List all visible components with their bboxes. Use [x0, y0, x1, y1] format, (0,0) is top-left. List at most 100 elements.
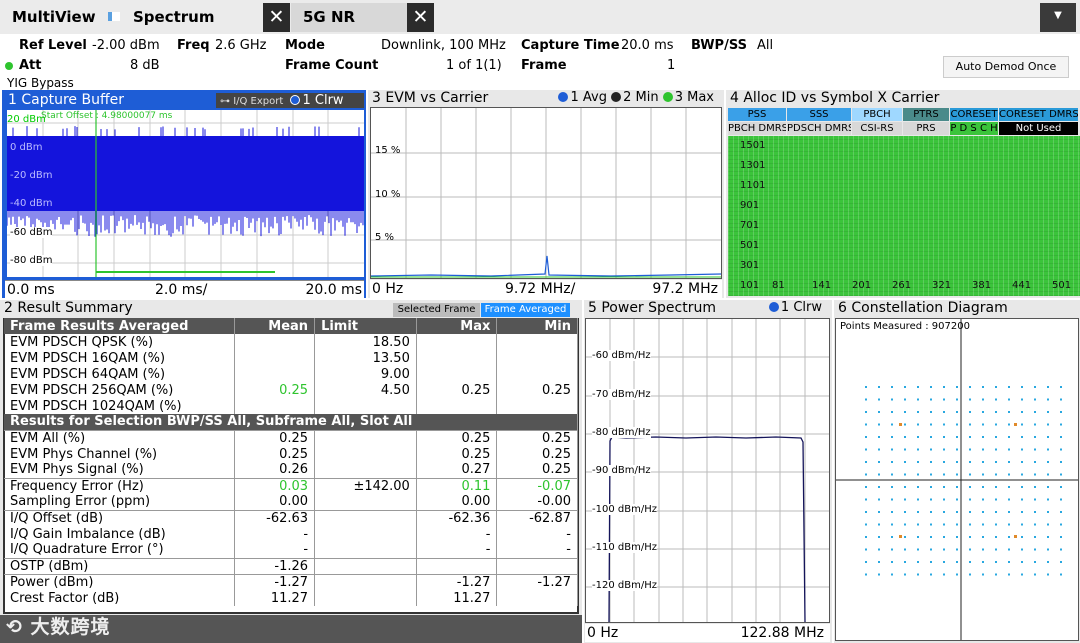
- row-label: Frame Results Averaged: [4, 318, 235, 334]
- constellation-point: [969, 436, 971, 438]
- iq-export-icon[interactable]: ⊶: [220, 96, 233, 107]
- row-value: -1.27: [234, 573, 316, 590]
- power-spectrum-window[interactable]: 5 Power Spectrum 1 Clrw -60 dBm/Hz -70 dB…: [584, 300, 832, 643]
- capture-buffer-window[interactable]: 1 Capture Buffer ⊶ I/Q Export 1 Clrw 20 …: [2, 90, 366, 298]
- row-value: -: [496, 526, 578, 542]
- constellation-point: [917, 473, 919, 476]
- capture-x-start: 0.0 ms: [7, 282, 55, 298]
- constellation-point: [891, 473, 893, 476]
- menu-dropdown-button[interactable]: ▼: [1040, 3, 1076, 32]
- constellation-point: [1047, 486, 1049, 488]
- constellation-point: [1047, 411, 1049, 413]
- capture-plot[interactable]: 20 dBm Start Offset : 4.98000077 ms 0 dB…: [6, 110, 364, 277]
- row-value: [496, 334, 578, 350]
- row-label: Power (dBm): [4, 573, 235, 590]
- constellation-point: [904, 523, 906, 526]
- evm-x-start: 0 Hz: [372, 281, 404, 297]
- constellation-point: [1008, 498, 1010, 501]
- constellation-point: [904, 386, 906, 388]
- power-y-label: -110 dBm/Hz: [592, 542, 657, 553]
- constellation-point: [878, 398, 880, 401]
- constellation-point: [1034, 523, 1036, 526]
- settings-bar: Ref Level -2.00 dBm Freq 2.6 GHz Mode Do…: [0, 34, 1080, 91]
- constellation-point: [1008, 523, 1010, 526]
- constellation-pilot-point: [1014, 423, 1017, 426]
- constellation-point: [1021, 573, 1023, 576]
- constellation-point: [878, 386, 880, 388]
- tab-spectrum[interactable]: Spectrum: [121, 3, 261, 32]
- constellation-point: [930, 423, 932, 426]
- evm-vs-carrier-window[interactable]: 3 EVM vs Carrier 1 Avg 2 Min 3 Max 15 % …: [368, 90, 724, 298]
- constellation-point: [1034, 423, 1036, 426]
- row-value: -1.27: [496, 573, 578, 590]
- capture-x-end: 20.0 ms: [305, 282, 362, 298]
- constellation-point: [943, 536, 945, 538]
- frame-value: 1: [667, 58, 676, 73]
- watermark-text: 大数跨境: [30, 616, 111, 638]
- constellation-plot[interactable]: Points Measured : 907200: [835, 318, 1079, 641]
- constellation-point: [1008, 398, 1010, 401]
- row-value: [314, 509, 417, 526]
- power-y-label: -100 dBm/Hz: [592, 504, 657, 515]
- evm-plot[interactable]: 15 % 10 % 5 %: [370, 107, 722, 279]
- constellation-window[interactable]: 6 Constellation Diagram Points Measured …: [834, 300, 1080, 643]
- constellation-point: [1021, 473, 1023, 476]
- frame-averaged-button[interactable]: Frame Averaged: [481, 303, 570, 317]
- ref-level-value: -2.00 dBm: [92, 38, 160, 53]
- table-row: Frequency Error (Hz) 0.03 ±142.00 0.11 -0.07: [4, 477, 578, 494]
- tab-bar: MultiView Spectrum ✕ 5G NR ✕ ▼: [0, 0, 1080, 34]
- iq-export-link[interactable]: I/Q Export: [233, 96, 283, 107]
- power-plot[interactable]: -60 dBm/Hz -70 dBm/Hz -80 dBm/Hz -90 dBm/Hz…: [585, 318, 830, 623]
- constellation-point: [865, 561, 867, 563]
- evm-avg-icon: [558, 92, 569, 102]
- row-label: EVM Phys Channel (%): [4, 446, 235, 462]
- row-value: 0.25: [234, 429, 316, 446]
- alloc-x-label: 321: [932, 280, 952, 291]
- alloc-id-window[interactable]: 4 Alloc ID vs Symbol X Carrier PSS SSS P…: [726, 90, 1080, 298]
- constellation-point: [878, 548, 880, 551]
- legend-ptrs: PTRS: [903, 108, 949, 121]
- legend-pbch-dmrs: PBCH DMRS: [728, 122, 786, 135]
- constellation-point: [930, 523, 932, 526]
- constellation-point: [1021, 523, 1023, 526]
- selected-frame-button[interactable]: Selected Frame: [393, 303, 480, 317]
- table-row: EVM PDSCH 1024QAM (%): [4, 398, 578, 414]
- alloc-plot[interactable]: 1501 1301 1101 901 701 501 301 101 81 141 201 261 3…: [728, 136, 1080, 296]
- auto-demod-once-button[interactable]: Auto Demod Once: [943, 56, 1069, 78]
- constellation-point: [943, 461, 945, 463]
- power-y-label: -120 dBm/Hz: [592, 580, 657, 591]
- row-value: -0.07: [496, 477, 578, 494]
- constellation-point: [1008, 486, 1010, 488]
- constellation-point: [995, 498, 997, 501]
- constellation-point: [956, 398, 958, 401]
- row-label: OSTP (dBm): [4, 557, 235, 574]
- table-row: EVM PDSCH 64QAM (%) 9.00: [4, 366, 578, 382]
- close-spectrum-tab-icon[interactable]: ✕: [263, 3, 290, 32]
- constellation-point: [1047, 461, 1049, 463]
- capture-trace-label: 1 Clrw: [302, 93, 344, 108]
- constellation-point: [904, 561, 906, 563]
- att-label: Att: [19, 58, 42, 73]
- att-status-icon: [5, 62, 13, 70]
- evm-y-label-15: 15 %: [375, 145, 401, 156]
- constellation-point: [1034, 448, 1036, 451]
- row-value: [496, 366, 578, 382]
- constellation-point: [904, 573, 906, 576]
- bwp-ss-label: BWP/SS: [691, 38, 747, 53]
- capture-signal-band: [7, 136, 364, 211]
- constellation-point: [969, 548, 971, 551]
- constellation-point: [917, 436, 919, 438]
- constellation-point: [982, 548, 984, 551]
- constellation-point: [878, 498, 880, 501]
- close-5g-nr-tab-icon[interactable]: ✕: [407, 3, 434, 32]
- tab-multiview[interactable]: MultiView: [0, 3, 105, 32]
- freq-label: Freq: [177, 38, 210, 53]
- row-label: EVM PDSCH 64QAM (%): [4, 366, 235, 382]
- alloc-y-label: 901: [740, 200, 760, 211]
- evm-legend-max: 3 Max: [674, 90, 714, 105]
- constellation-point: [1034, 398, 1036, 401]
- row-value: [416, 334, 498, 350]
- constellation-point: [891, 561, 893, 563]
- tab-5g-nr[interactable]: 5G NR: [291, 3, 407, 32]
- constellation-point: [930, 398, 932, 401]
